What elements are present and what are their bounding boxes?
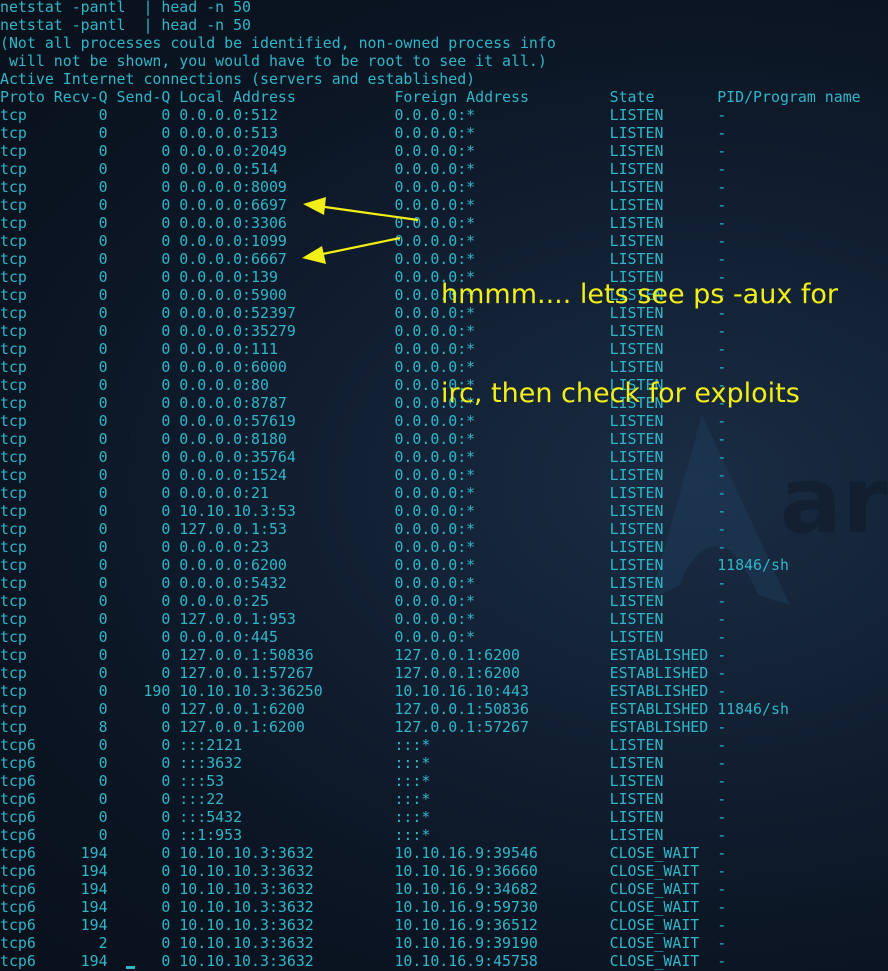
- table-row: tcp6 0 0 :::5432 :::* LISTEN -: [0, 808, 727, 826]
- table-row: tcp 0 0 0.0.0.0:513 0.0.0.0:* LISTEN -: [0, 124, 727, 142]
- table-row: tcp 0 0 10.10.10.3:53 0.0.0.0:* LISTEN -: [0, 502, 727, 520]
- table-row: tcp6 194 0 10.10.10.3:3632 10.10.16.9:36…: [0, 916, 727, 934]
- table-row: tcp 0 0 127.0.0.1:6200 127.0.0.1:50836 E…: [0, 700, 789, 718]
- table-row: tcp 0 0 0.0.0.0:512 0.0.0.0:* LISTEN -: [0, 106, 727, 124]
- command-line: netstat -pantl | head -n 50: [0, 16, 252, 34]
- table-row: tcp6 0 0 :::2121 :::* LISTEN -: [0, 736, 727, 754]
- table-row: tcp 0 0 0.0.0.0:8009 0.0.0.0:* LISTEN -: [0, 178, 727, 196]
- output-message-line: Active Internet connections (servers and…: [0, 70, 476, 88]
- table-row: tcp6 0 0 :::22 :::* LISTEN -: [0, 790, 727, 808]
- table-row: tcp6 2 0 10.10.10.3:3632 10.10.16.9:3919…: [0, 934, 727, 952]
- table-row: tcp 0 0 0.0.0.0:6200 0.0.0.0:* LISTEN 11…: [0, 556, 789, 574]
- command-line: netstat -pantl | head -n 50: [0, 0, 252, 16]
- table-row: tcp 0 190 10.10.10.3:36250 10.10.16.10:4…: [0, 682, 727, 700]
- annotation-line-1: hmmm.... lets see ps -aux for: [441, 279, 839, 310]
- table-row: tcp6 194 0 10.10.10.3:3632 10.10.16.9:34…: [0, 880, 727, 898]
- table-row: tcp 0 0 0.0.0.0:514 0.0.0.0:* LISTEN -: [0, 160, 727, 178]
- table-row: tcp 0 0 0.0.0.0:21 0.0.0.0:* LISTEN -: [0, 484, 727, 502]
- annotation-note: hmmm.... lets see ps -aux for irc, then …: [441, 212, 838, 443]
- table-header-row: Proto Recv-Q Send-Q Local Address Foreig…: [0, 88, 861, 106]
- table-row: tcp 0 0 0.0.0.0:5432 0.0.0.0:* LISTEN -: [0, 574, 727, 592]
- table-row: tcp6 194 0 10.10.10.3:3632 10.10.16.9:59…: [0, 898, 727, 916]
- table-row: tcp 0 0 0.0.0.0:35764 0.0.0.0:* LISTEN -: [0, 448, 727, 466]
- table-row: tcp 0 0 127.0.0.1:57267 127.0.0.1:6200 E…: [0, 664, 727, 682]
- terminal-output[interactable]: netstat -pantl | head -n 50 netstat -pant…: [0, 0, 861, 970]
- output-message-line: (Not all processes could be identified, …: [0, 34, 556, 52]
- table-row: tcp6 0 0 ::1:953 :::* LISTEN -: [0, 826, 727, 844]
- table-row: tcp6 194 0 10.10.10.3:3632 10.10.16.9:36…: [0, 862, 727, 880]
- table-row: tcp 0 0 0.0.0.0:23 0.0.0.0:* LISTEN -: [0, 538, 727, 556]
- table-row: tcp 0 0 127.0.0.1:50836 127.0.0.1:6200 E…: [0, 646, 727, 664]
- table-row: tcp 8 0 127.0.0.1:6200 127.0.0.1:57267 E…: [0, 718, 727, 736]
- table-row: tcp6 194 0 10.10.10.3:3632 10.10.16.9:39…: [0, 844, 727, 862]
- table-row: tcp 0 0 127.0.0.1:53 0.0.0.0:* LISTEN -: [0, 520, 727, 538]
- table-row: tcp6 0 0 :::53 :::* LISTEN -: [0, 772, 727, 790]
- output-message-line: will not be shown, you would have to be …: [0, 52, 547, 70]
- table-row: tcp 0 0 127.0.0.1:953 0.0.0.0:* LISTEN -: [0, 610, 727, 628]
- table-row: tcp 0 0 0.0.0.0:1524 0.0.0.0:* LISTEN -: [0, 466, 727, 484]
- table-row: tcp 0 0 0.0.0.0:2049 0.0.0.0:* LISTEN -: [0, 142, 727, 160]
- terminal-cursor: [126, 966, 135, 969]
- table-row: tcp 0 0 0.0.0.0:25 0.0.0.0:* LISTEN -: [0, 592, 727, 610]
- table-row: tcp 0 0 0.0.0.0:445 0.0.0.0:* LISTEN -: [0, 628, 727, 646]
- table-row: tcp6 0 0 :::3632 :::* LISTEN -: [0, 754, 727, 772]
- annotation-line-2: irc, then check for exploits: [441, 378, 800, 409]
